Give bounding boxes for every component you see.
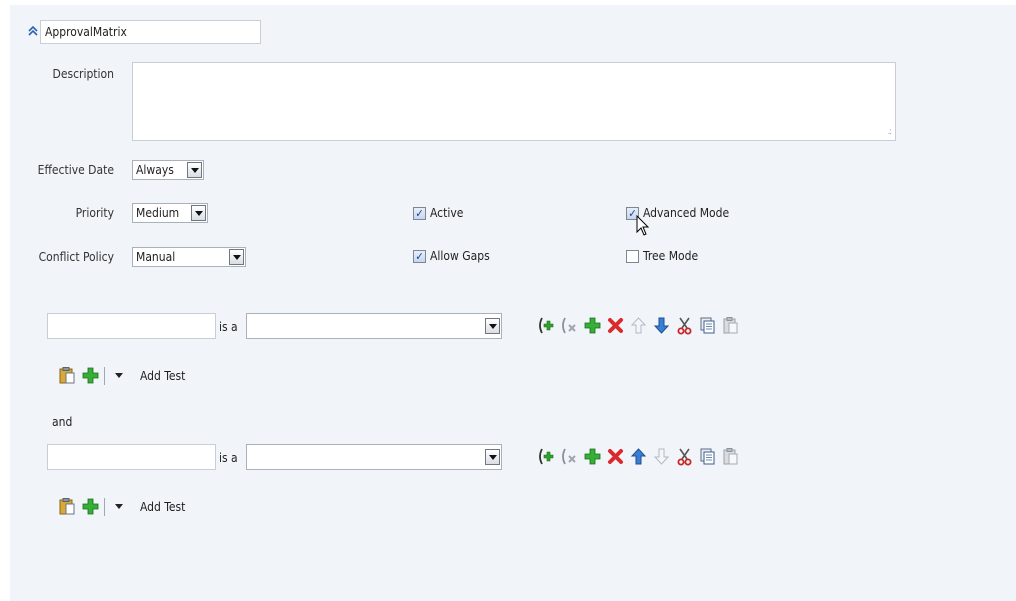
- dropdown-icon[interactable]: [109, 497, 128, 516]
- test-2-row-toolbar: [537, 447, 740, 466]
- paste-icon[interactable]: [58, 366, 77, 385]
- toolbar-separator: [104, 366, 105, 385]
- tree-mode-checkbox[interactable]: Tree Mode: [626, 249, 698, 263]
- add-icon[interactable]: [81, 497, 100, 516]
- effective-date-label: Effective Date: [37, 163, 114, 177]
- add-test-button[interactable]: Add Test: [140, 369, 185, 383]
- cut-icon[interactable]: [675, 316, 694, 335]
- paste-icon[interactable]: [58, 497, 77, 516]
- chevron-down-icon[interactable]: [191, 205, 206, 221]
- advanced-mode-label: Advanced Mode: [643, 206, 730, 220]
- description-textarea[interactable]: .:: [132, 62, 896, 141]
- chevron-down-icon[interactable]: [187, 162, 202, 178]
- add-parentheses-icon[interactable]: [537, 447, 556, 466]
- remove-parentheses-icon[interactable]: [560, 316, 579, 335]
- add-icon[interactable]: [583, 316, 602, 335]
- test-2-add-toolbar: Add Test: [58, 497, 185, 516]
- conflict-policy-label: Conflict Policy: [38, 250, 114, 264]
- move-up-icon[interactable]: [629, 447, 648, 466]
- test-2-operator-label: is a: [219, 451, 238, 465]
- priority-value: Medium: [136, 206, 180, 220]
- add-icon[interactable]: [583, 447, 602, 466]
- chevron-down-icon[interactable]: [229, 249, 244, 265]
- collapse-icon[interactable]: [28, 25, 38, 38]
- delete-icon[interactable]: [606, 316, 625, 335]
- move-down-icon[interactable]: [652, 447, 671, 466]
- conflict-policy-select[interactable]: Manual: [132, 247, 246, 267]
- paste-icon[interactable]: [721, 447, 740, 466]
- add-parentheses-icon[interactable]: [537, 316, 556, 335]
- test-1-row-toolbar: [537, 316, 740, 335]
- test-1-operator-label: is a: [219, 320, 238, 334]
- copy-icon[interactable]: [698, 447, 717, 466]
- priority-label: Priority: [75, 206, 114, 220]
- paste-icon[interactable]: [721, 316, 740, 335]
- priority-select[interactable]: Medium: [132, 203, 208, 223]
- checkbox-checked-icon[interactable]: ✓: [413, 249, 426, 263]
- test-1-type-select[interactable]: [246, 313, 502, 339]
- effective-date-select[interactable]: Always: [132, 160, 204, 180]
- mouse-cursor-icon: [636, 214, 650, 240]
- description-label: Description: [52, 67, 115, 81]
- chevron-down-icon[interactable]: [485, 318, 500, 334]
- add-test-button[interactable]: Add Test: [140, 500, 185, 514]
- cut-icon[interactable]: [675, 447, 694, 466]
- rule-editor-panel: ApprovalMatrix Description .: Effective …: [10, 5, 1016, 601]
- rule-name-input[interactable]: ApprovalMatrix: [40, 20, 261, 44]
- rule-name-value: ApprovalMatrix: [45, 25, 127, 39]
- resize-grip-icon[interactable]: .:: [888, 127, 892, 137]
- active-label: Active: [430, 206, 464, 220]
- remove-parentheses-icon[interactable]: [560, 447, 579, 466]
- test-1-left-operand-input[interactable]: [47, 313, 216, 339]
- delete-icon[interactable]: [606, 447, 625, 466]
- allow-gaps-label: Allow Gaps: [430, 249, 490, 263]
- checkbox-unchecked-icon[interactable]: [626, 249, 639, 263]
- copy-icon[interactable]: [698, 316, 717, 335]
- active-checkbox[interactable]: ✓ Active: [413, 206, 463, 220]
- add-icon[interactable]: [81, 366, 100, 385]
- chevron-down-icon[interactable]: [485, 449, 500, 465]
- effective-date-value: Always: [136, 163, 174, 177]
- test-1-add-toolbar: Add Test: [58, 366, 185, 385]
- logical-connector-label: and: [52, 415, 73, 429]
- conflict-policy-value: Manual: [136, 250, 176, 264]
- move-down-icon[interactable]: [652, 316, 671, 335]
- move-up-icon[interactable]: [629, 316, 648, 335]
- checkbox-checked-icon[interactable]: ✓: [413, 206, 426, 220]
- test-2-left-operand-input[interactable]: [47, 444, 216, 470]
- tree-mode-label: Tree Mode: [643, 249, 699, 263]
- test-2-type-select[interactable]: [246, 444, 502, 470]
- toolbar-separator: [104, 497, 105, 516]
- dropdown-icon[interactable]: [109, 366, 128, 385]
- allow-gaps-checkbox[interactable]: ✓ Allow Gaps: [413, 249, 490, 263]
